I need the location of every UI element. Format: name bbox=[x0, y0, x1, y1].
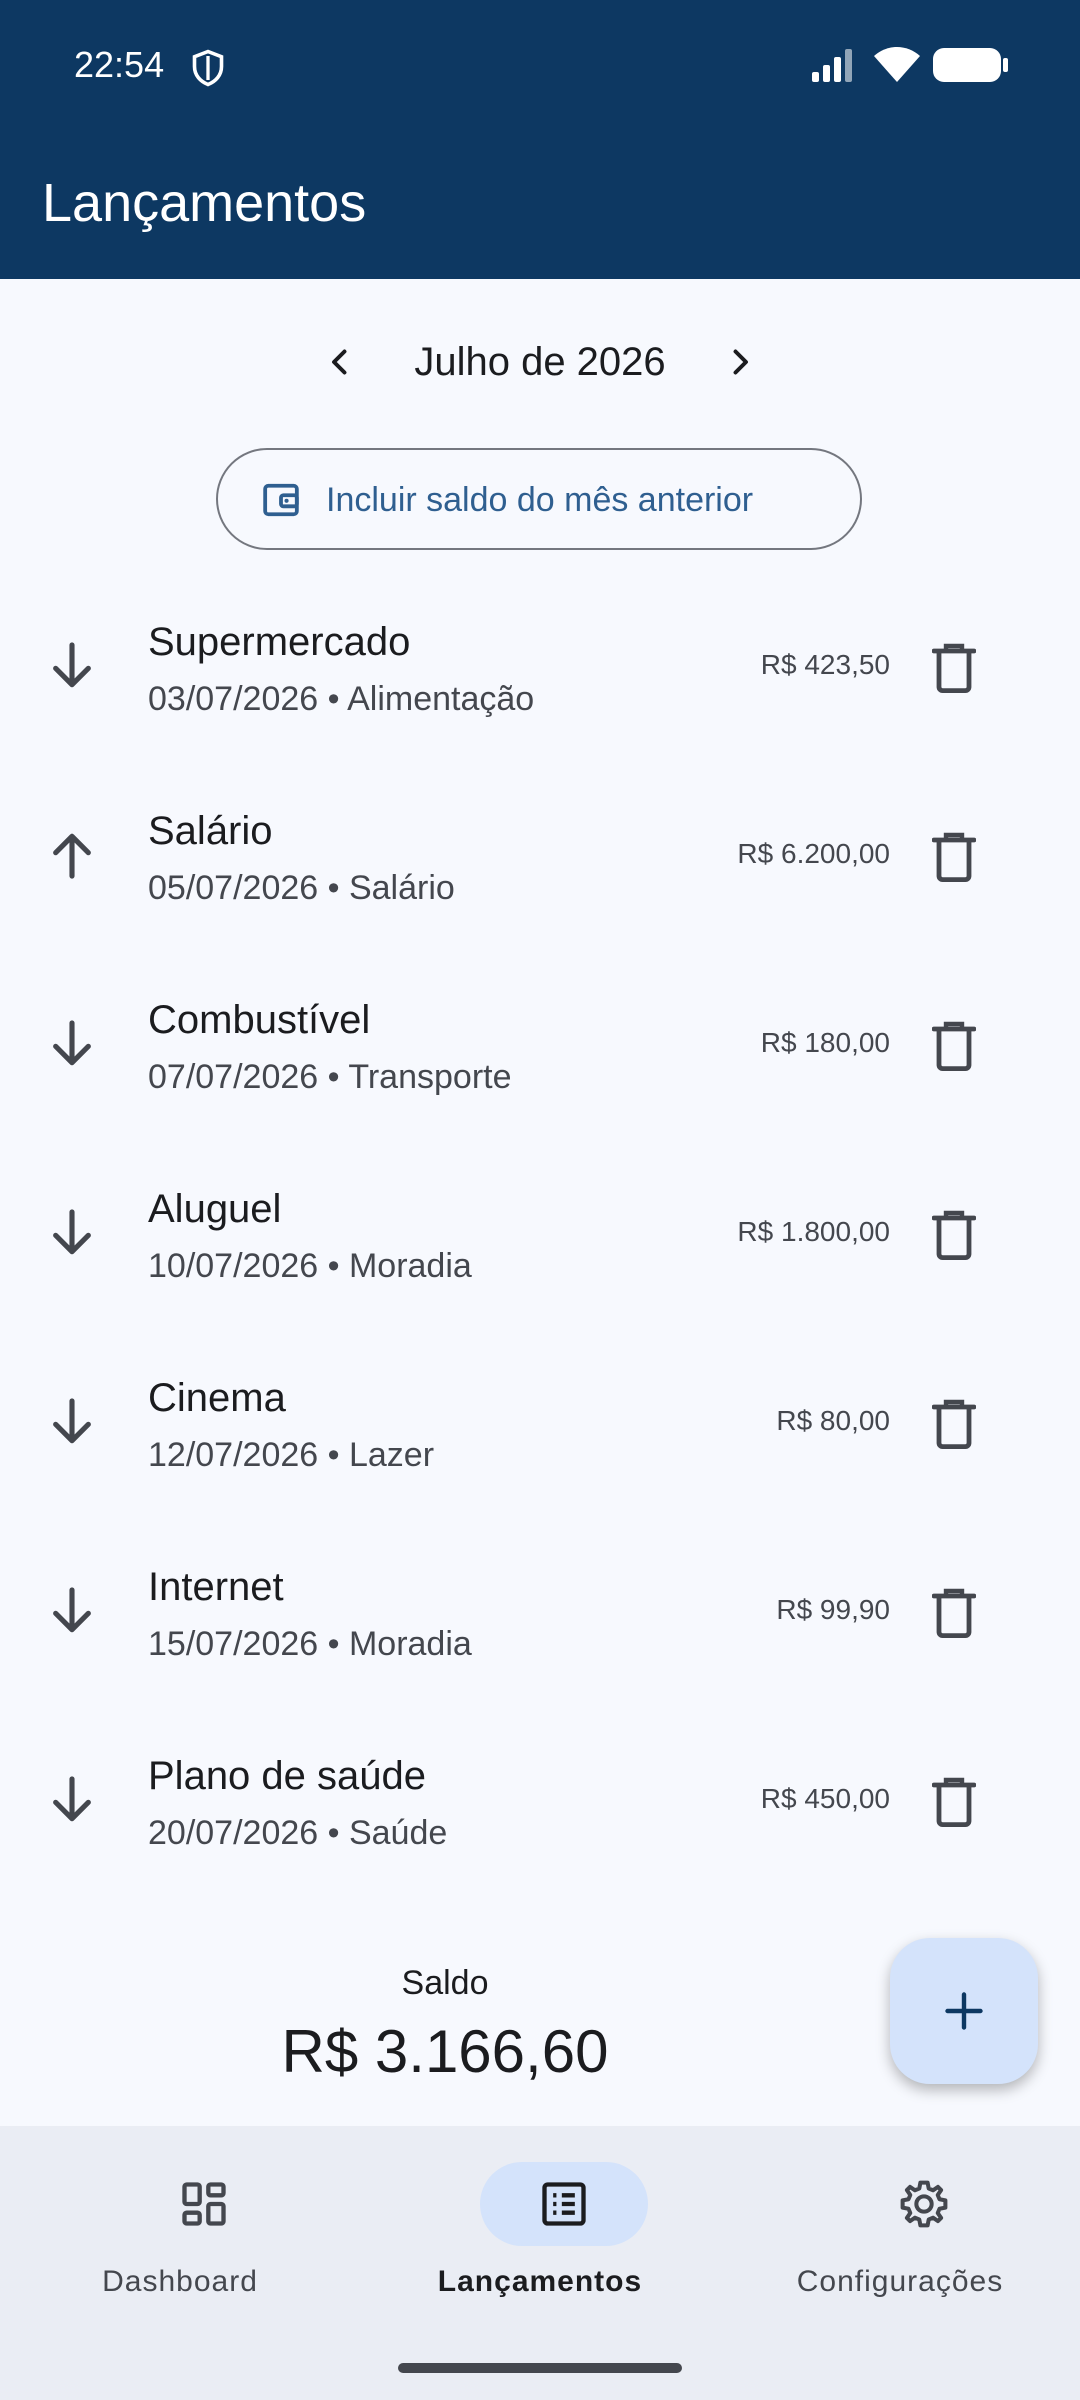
trash-icon bbox=[932, 1399, 976, 1449]
transaction-row[interactable]: Aluguel 10/07/2026 • Moradia R$ 1.800,00 bbox=[0, 1147, 1080, 1336]
transaction-row[interactable]: Internet 15/07/2026 • Moradia R$ 99,90 bbox=[0, 1525, 1080, 1714]
include-previous-balance-button[interactable]: Incluir saldo do mês anterior bbox=[216, 448, 862, 550]
delete-button[interactable] bbox=[918, 1010, 990, 1082]
transaction-title: Cinema bbox=[148, 1376, 286, 1420]
transaction-subtitle: 10/07/2026 • Moradia bbox=[148, 1247, 472, 1285]
gear-icon bbox=[900, 2180, 948, 2228]
transaction-subtitle: 03/07/2026 • Alimentação bbox=[148, 680, 535, 718]
transaction-amount: R$ 423,50 bbox=[760, 649, 890, 680]
trash-icon bbox=[932, 1588, 976, 1638]
transaction-subtitle: 15/07/2026 • Moradia bbox=[148, 1625, 472, 1663]
arrow-down-icon bbox=[53, 1398, 91, 1444]
chevron-left-icon bbox=[332, 349, 347, 375]
nav-label: Configurações bbox=[796, 2265, 1004, 2298]
nav-item-dashboard[interactable]: Dashboard bbox=[10, 2166, 350, 2316]
transaction-subtitle: 07/07/2026 • Transporte bbox=[148, 1058, 512, 1096]
list-icon bbox=[542, 2182, 586, 2226]
nav-label: Dashboard bbox=[102, 2265, 258, 2298]
arrow-down-icon bbox=[53, 1209, 91, 1255]
trash-icon bbox=[932, 1777, 976, 1827]
month-navigator: Julho de 2026 bbox=[0, 322, 1080, 402]
shield-icon bbox=[192, 49, 224, 87]
arrow-down-icon bbox=[53, 1020, 91, 1066]
wallet-icon bbox=[263, 483, 299, 517]
transaction-amount: R$ 1.800,00 bbox=[737, 1216, 890, 1247]
transaction-amount: R$ 180,00 bbox=[760, 1027, 890, 1058]
nav-indicator bbox=[840, 2162, 1008, 2246]
balance-label: Saldo bbox=[401, 1964, 489, 2002]
nav-indicator bbox=[480, 2162, 648, 2246]
transaction-amount: R$ 80,00 bbox=[776, 1405, 890, 1436]
trash-icon bbox=[932, 1021, 976, 1071]
balance-value: R$ 3.166,60 bbox=[281, 2018, 609, 2085]
status-time: 22:54 bbox=[74, 44, 165, 85]
home-indicator[interactable] bbox=[398, 2363, 682, 2373]
trash-icon bbox=[932, 1210, 976, 1260]
signal-icon bbox=[812, 49, 852, 82]
dashboard-icon bbox=[182, 2182, 226, 2226]
transaction-subtitle: 05/07/2026 • Salário bbox=[148, 869, 455, 907]
include-previous-balance-label: Incluir saldo do mês anterior bbox=[326, 481, 754, 519]
transaction-title: Supermercado bbox=[148, 620, 411, 664]
transaction-subtitle: 20/07/2026 • Saúde bbox=[148, 1814, 448, 1852]
bottom-navigation: Dashboard Lançamentos Configurações bbox=[0, 2126, 1080, 2400]
delete-button[interactable] bbox=[918, 1388, 990, 1460]
arrow-down-icon bbox=[53, 1587, 91, 1633]
transaction-title: Combustível bbox=[148, 998, 371, 1042]
transaction-row[interactable]: Salário 05/07/2026 • Salário R$ 6.200,00 bbox=[0, 769, 1080, 958]
transaction-title: Salário bbox=[148, 809, 273, 853]
previous-month-button[interactable] bbox=[310, 332, 370, 392]
delete-button[interactable] bbox=[918, 1577, 990, 1649]
nav-item-lancamentos[interactable]: Lançamentos bbox=[370, 2162, 710, 2316]
trash-icon bbox=[932, 643, 976, 693]
add-transaction-button[interactable] bbox=[890, 1938, 1038, 2084]
transaction-row[interactable]: Supermercado 03/07/2026 • Alimentação R$… bbox=[0, 580, 1080, 769]
delete-button[interactable] bbox=[918, 1766, 990, 1838]
plus-icon bbox=[945, 1992, 983, 2030]
transaction-amount: R$ 6.200,00 bbox=[737, 838, 890, 869]
next-month-button[interactable] bbox=[710, 332, 770, 392]
transaction-amount: R$ 450,00 bbox=[760, 1783, 890, 1814]
battery-icon bbox=[933, 48, 1008, 82]
arrow-down-icon bbox=[53, 1776, 91, 1822]
delete-button[interactable] bbox=[918, 821, 990, 893]
transaction-row[interactable]: Plano de saúde 20/07/2026 • Saúde R$ 450… bbox=[0, 1714, 1080, 1903]
transaction-row[interactable]: Combustível 07/07/2026 • Transporte R$ 1… bbox=[0, 958, 1080, 1147]
wifi-icon bbox=[874, 47, 920, 82]
arrow-down-icon bbox=[53, 642, 91, 688]
transaction-title: Plano de saúde bbox=[148, 1754, 427, 1798]
page-title: Lançamentos bbox=[42, 173, 367, 233]
chevron-right-icon bbox=[733, 349, 748, 375]
arrow-up-icon bbox=[53, 833, 91, 879]
transaction-subtitle: 12/07/2026 • Lazer bbox=[148, 1436, 435, 1474]
nav-label: Lançamentos bbox=[437, 2265, 643, 2298]
delete-button[interactable] bbox=[918, 632, 990, 704]
transaction-title: Internet bbox=[148, 1565, 284, 1609]
transaction-title: Aluguel bbox=[148, 1187, 282, 1231]
transaction-amount: R$ 99,90 bbox=[776, 1594, 890, 1625]
month-label: Julho de 2026 bbox=[414, 340, 666, 384]
nav-item-configuracoes[interactable]: Configurações bbox=[730, 2166, 1070, 2316]
trash-icon bbox=[932, 832, 976, 882]
transaction-row[interactable]: Cinema 12/07/2026 • Lazer R$ 80,00 bbox=[0, 1336, 1080, 1525]
nav-indicator bbox=[120, 2162, 288, 2246]
delete-button[interactable] bbox=[918, 1199, 990, 1271]
app-bar: 22:54 Lançamentos bbox=[0, 0, 1080, 279]
